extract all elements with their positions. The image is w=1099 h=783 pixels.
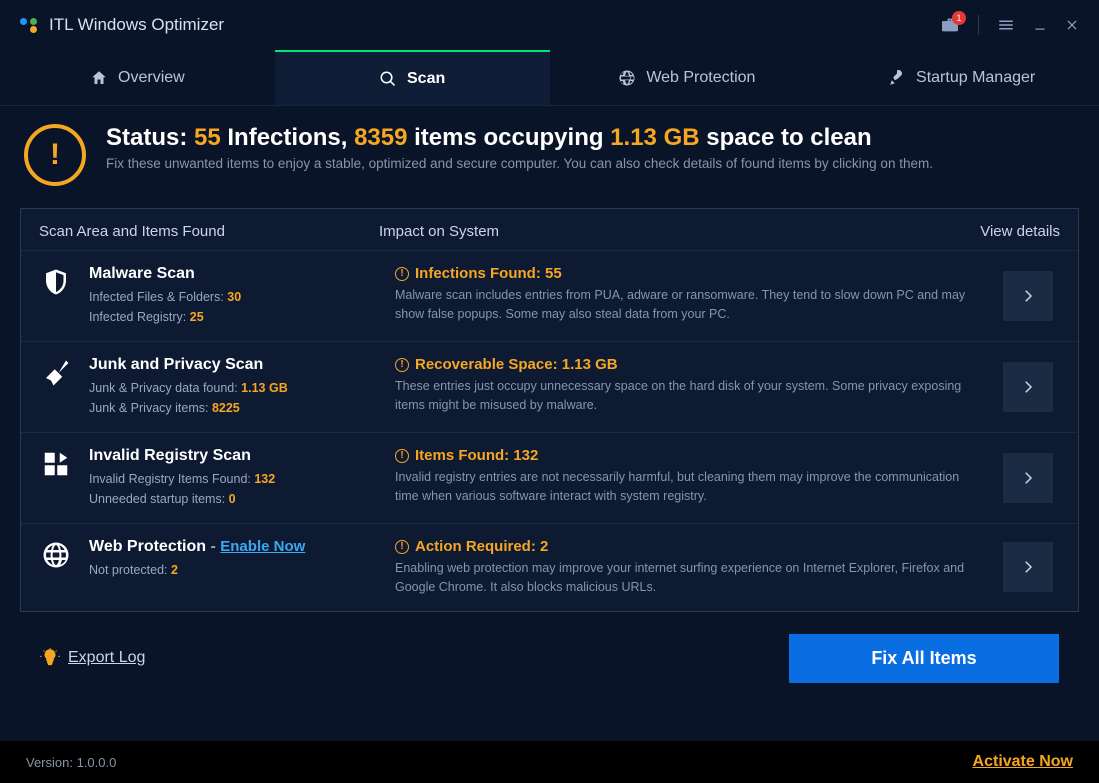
status-title: Status: 55 Infections, 8359 items occupy… (106, 124, 933, 152)
tab-label: Startup Manager (916, 69, 1035, 87)
version-label: Version: 1.0.0.0 (26, 755, 116, 770)
row-junk: Junk and Privacy Scan Junk & Privacy dat… (21, 341, 1078, 432)
export-log-link[interactable]: Export Log (40, 648, 145, 668)
tab-scan[interactable]: Scan (275, 50, 550, 106)
lightbulb-icon (40, 648, 60, 668)
fix-all-button[interactable]: Fix All Items (789, 634, 1059, 683)
tab-label: Web Protection (646, 69, 755, 87)
row-registry: Invalid Registry Scan Invalid Registry I… (21, 432, 1078, 523)
globe-icon (39, 540, 73, 597)
shield-icon (39, 267, 73, 327)
toolbox-icon[interactable]: 1 (940, 17, 960, 33)
row-web-protection: Web Protection - Enable Now Not protecte… (21, 523, 1078, 611)
broom-icon (39, 358, 73, 418)
details-button[interactable] (1003, 453, 1053, 503)
minimize-icon[interactable] (1033, 18, 1047, 32)
col-scan-area: Scan Area and Items Found (39, 223, 379, 240)
alert-icon: ! (395, 358, 409, 372)
tab-web-protection[interactable]: Web Protection (550, 50, 825, 106)
details-button[interactable] (1003, 271, 1053, 321)
row-title: Junk and Privacy Scan (89, 356, 379, 374)
tab-overview[interactable]: Overview (0, 50, 275, 106)
row-title: Invalid Registry Scan (89, 447, 379, 465)
warning-icon: ! (24, 124, 86, 186)
app-logo-icon (20, 18, 37, 33)
tab-label: Scan (407, 70, 445, 88)
alert-icon: ! (395, 267, 409, 281)
enable-now-link[interactable]: Enable Now (220, 538, 305, 555)
status-summary: ! Status: 55 Infections, 8359 items occu… (20, 124, 1079, 186)
close-icon[interactable] (1065, 18, 1079, 32)
alert-icon: ! (395, 449, 409, 463)
tab-label: Overview (118, 69, 185, 87)
col-view-details: View details (950, 223, 1060, 240)
app-title: ITL Windows Optimizer (49, 15, 224, 35)
titlebar: ITL Windows Optimizer 1 (0, 0, 1099, 50)
grid-icon (39, 449, 73, 509)
alert-icon: ! (395, 540, 409, 554)
details-button[interactable] (1003, 362, 1053, 412)
details-button[interactable] (1003, 542, 1053, 592)
col-impact: Impact on System (379, 223, 950, 240)
results-panel: Scan Area and Items Found Impact on Syst… (20, 208, 1079, 612)
bottom-bar: Version: 1.0.0.0 Activate Now (0, 741, 1099, 783)
notification-badge: 1 (952, 11, 966, 25)
row-title: Malware Scan (89, 265, 379, 283)
tab-startup-manager[interactable]: Startup Manager (824, 50, 1099, 106)
tabbar: Overview Scan Web Protection Startup Man… (0, 50, 1099, 106)
row-title: Web Protection - Enable Now (89, 538, 379, 556)
menu-icon[interactable] (997, 16, 1015, 34)
activate-now-link[interactable]: Activate Now (973, 753, 1073, 771)
row-malware: Malware Scan Infected Files & Folders: 3… (21, 250, 1078, 341)
status-subtitle: Fix these unwanted items to enjoy a stab… (106, 156, 933, 171)
